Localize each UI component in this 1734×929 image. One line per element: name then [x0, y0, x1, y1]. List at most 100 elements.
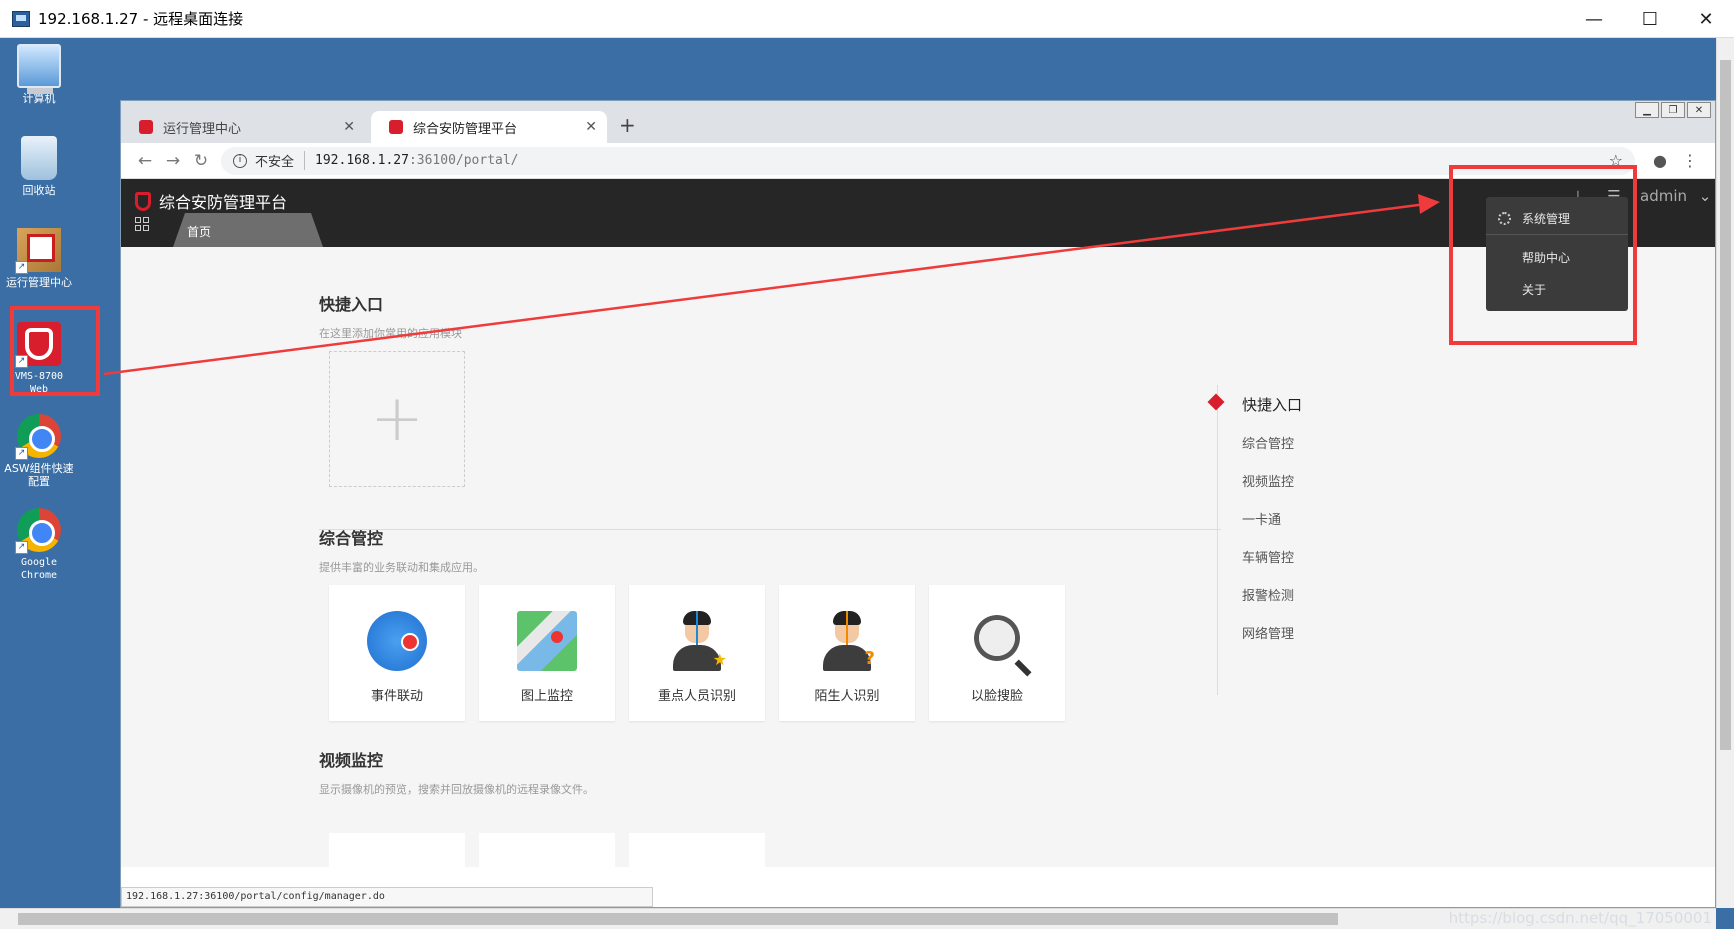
card-stranger[interactable]: ? 陌生人识别: [779, 585, 915, 721]
url-path: :36100/portal/: [408, 153, 519, 168]
url-host: 192.168.1.27: [315, 153, 409, 168]
section-integrated-control: 综合管控 提供丰富的业务联动和集成应用。: [319, 525, 484, 575]
tab-favicon-icon: [389, 120, 403, 134]
desktop-icon-label: 运行管理中心: [6, 276, 72, 289]
watermark: https://blog.csdn.net/qq_17050001: [1448, 909, 1712, 927]
vertical-scrollbar[interactable]: [1716, 38, 1734, 908]
desktop-icon-label: 回收站: [22, 184, 56, 197]
tab-strip: 运行管理中心 ✕ 综合安防管理平台 ✕ + ▁ ❐ ✕: [121, 101, 1715, 143]
shortcut-arrow-icon: ↗: [15, 261, 28, 274]
tab-security-platform[interactable]: 综合安防管理平台 ✕: [371, 111, 607, 143]
section-desc: 在这里添加你常用的应用模块: [319, 327, 462, 340]
minimize-button[interactable]: —: [1566, 0, 1622, 38]
desktop-icon-management-center[interactable]: ↗ 运行管理中心: [4, 228, 74, 289]
info-icon[interactable]: i: [233, 153, 247, 168]
map-monitor-icon: [517, 611, 577, 671]
anchor-item-alarm[interactable]: 报警检测: [1242, 575, 1302, 613]
tab-label: 运行管理中心: [163, 121, 242, 137]
anchor-nav: 快捷入口 综合管控 视频监控 一卡通 车辆管控 报警检测 网络管理: [1207, 385, 1302, 695]
video-card[interactable]: [329, 833, 465, 873]
apps-grid-icon[interactable]: [135, 217, 149, 231]
management-center-icon: ↗: [15, 228, 61, 274]
computer-icon: [17, 44, 61, 94]
recycle-bin-icon: [21, 136, 57, 180]
browser-minimize-icon[interactable]: ▁: [1635, 102, 1659, 118]
remote-desktop-icon: [12, 10, 30, 27]
section-title: 快捷入口: [319, 295, 384, 314]
card-label: 以脸搜脸: [970, 689, 1023, 704]
insecure-label: 不安全: [255, 151, 306, 170]
status-url: 192.168.1.27:36100/portal/config/manager…: [121, 887, 653, 907]
shortcut-arrow-icon: ↗: [15, 447, 28, 460]
section-desc: 提供丰富的业务联动和集成应用。: [319, 561, 484, 574]
browser-restore-icon[interactable]: ❐: [1661, 102, 1685, 118]
browser-close-icon[interactable]: ✕: [1687, 102, 1711, 118]
annotation-box-menu: [1449, 165, 1637, 345]
app-title: 综合安防管理平台: [159, 193, 288, 212]
chevron-down-icon[interactable]: ⌄: [1695, 187, 1715, 205]
close-button[interactable]: ✕: [1678, 0, 1734, 38]
shortcut-arrow-icon: ↗: [15, 541, 28, 554]
app-cards: 事件联动 图上监控 ★ 重点人员识别 ? 陌生人识别 以脸搜脸: [329, 585, 1065, 721]
user-name[interactable]: admin: [1640, 187, 1687, 205]
browser-window-controls: ▁ ❐ ✕: [1635, 102, 1711, 118]
anchor-item-video-monitor[interactable]: 视频监控: [1242, 461, 1302, 499]
profile-icon[interactable]: ●: [1645, 151, 1675, 170]
desktop-icon-label: Google Chrome: [20, 557, 58, 581]
scroll-thumb[interactable]: [18, 913, 1338, 925]
key-person-icon: ★: [667, 611, 727, 671]
tab-home[interactable]: 首页: [173, 213, 323, 247]
back-icon[interactable]: ←: [131, 151, 159, 171]
card-label: 事件联动: [370, 689, 423, 704]
new-tab-button[interactable]: +: [619, 113, 636, 137]
chrome-icon: ↗: [15, 508, 61, 554]
desktop-icon-asw[interactable]: ↗ ASW组件快速配置: [4, 414, 74, 488]
card-label: 图上监控: [520, 689, 573, 704]
event-linkage-icon: [367, 611, 427, 671]
forward-icon[interactable]: →: [159, 151, 187, 171]
maximize-button[interactable]: ☐: [1622, 0, 1678, 38]
browser-window: 运行管理中心 ✕ 综合安防管理平台 ✕ + ▁ ❐ ✕ ← → ↻ i 不安全 …: [120, 100, 1716, 908]
window-title: 192.168.1.27 - 远程桌面连接: [38, 10, 244, 28]
card-event-linkage[interactable]: 事件联动: [329, 585, 465, 721]
anchor-item-vehicle[interactable]: 车辆管控: [1242, 537, 1302, 575]
tab-label: 综合安防管理平台: [413, 121, 518, 137]
more-menu-icon[interactable]: ⋮: [1675, 151, 1705, 170]
logo-shield-icon: [135, 191, 151, 211]
anchor-item-network[interactable]: 网络管理: [1242, 613, 1302, 651]
address-bar[interactable]: i 不安全 192.168.1.27 :36100/portal/ ☆: [221, 146, 1635, 175]
app-logo: 综合安防管理平台: [135, 189, 287, 213]
card-label: 重点人员识别: [657, 689, 736, 704]
chrome-icon: ↗: [15, 414, 61, 460]
section-quick-entry: 快捷入口 在这里添加你常用的应用模块: [319, 291, 462, 341]
video-cards: [329, 833, 765, 873]
desktop-icon-chrome[interactable]: ↗ Google Chrome: [4, 508, 74, 582]
tab-close-icon[interactable]: ✕: [343, 119, 355, 135]
section-desc: 显示摄像机的预览，搜索并回放摄像机的远程录像文件。: [319, 783, 594, 796]
stranger-icon: ?: [817, 611, 877, 671]
anchor-item-quick-entry[interactable]: 快捷入口: [1207, 385, 1302, 423]
section-title: 视频监控: [319, 751, 384, 770]
card-face-search[interactable]: 以脸搜脸: [929, 585, 1065, 721]
anchor-item-integrated-control[interactable]: 综合管控: [1242, 423, 1302, 461]
section-title: 综合管控: [319, 529, 384, 548]
active-diamond-icon: [1207, 393, 1225, 411]
card-map-monitor[interactable]: 图上监控: [479, 585, 615, 721]
desktop-icon-computer[interactable]: 计算机: [4, 44, 74, 105]
tab-management-center[interactable]: 运行管理中心 ✕: [121, 111, 365, 143]
scroll-thumb[interactable]: [1720, 60, 1731, 750]
tab-close-icon[interactable]: ✕: [585, 119, 597, 135]
card-key-person[interactable]: ★ 重点人员识别: [629, 585, 765, 721]
annotation-box-vms: [10, 306, 100, 396]
window-controls: — ☐ ✕: [1566, 0, 1734, 38]
add-module-button[interactable]: +: [329, 351, 465, 487]
video-card[interactable]: [479, 833, 615, 873]
tab-favicon-icon: [139, 120, 153, 134]
video-card[interactable]: [629, 833, 765, 873]
reload-icon[interactable]: ↻: [187, 151, 215, 171]
anchor-item-card[interactable]: 一卡通: [1242, 499, 1302, 537]
face-search-icon: [974, 615, 1020, 661]
section-video-monitor: 视频监控 显示摄像机的预览，搜索并回放摄像机的远程录像文件。: [319, 747, 594, 797]
card-label: 陌生人识别: [814, 689, 880, 704]
desktop-icon-recycle-bin[interactable]: 回收站: [4, 136, 74, 197]
